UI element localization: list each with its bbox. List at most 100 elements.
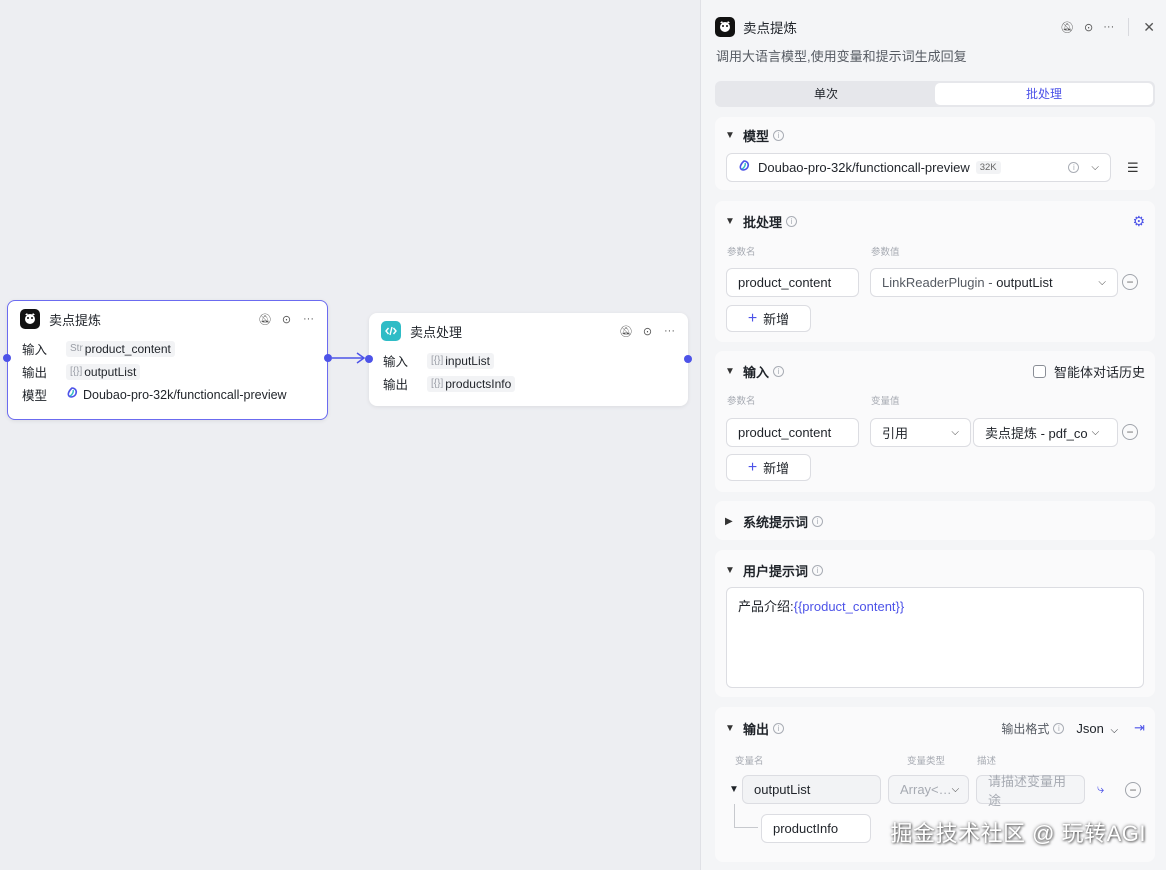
tree-connector xyxy=(734,804,758,828)
more-icon[interactable]: ··· xyxy=(1103,21,1114,33)
node2-input-port[interactable] xyxy=(365,355,373,363)
var-value-label: 变量值 xyxy=(871,396,900,407)
node1-input-port[interactable] xyxy=(3,354,11,362)
output-tag: [{}] productsInfo xyxy=(427,375,516,392)
section-title: 模型 xyxy=(743,128,770,144)
batch-param-name-input[interactable]: product_content xyxy=(726,268,859,297)
param-name-label: 参数名 xyxy=(727,396,756,407)
close-icon[interactable]: ✕ xyxy=(1143,19,1155,36)
bell-off-icon[interactable]: 🔕︎ xyxy=(1060,21,1074,34)
info-icon[interactable]: i xyxy=(1053,722,1065,734)
model-value: Doubao-pro-32k/functioncall-preview xyxy=(83,387,287,402)
add-child-icon[interactable]: ⤷ xyxy=(1097,781,1104,797)
llm-node-icon xyxy=(715,17,735,37)
chevron-right-icon[interactable]: ▶ xyxy=(725,516,739,527)
format-value: Json xyxy=(1076,720,1104,736)
chevron-down-icon[interactable]: ▼ xyxy=(725,723,739,734)
model-value: Doubao-pro-32k/functioncall-preview xyxy=(758,160,970,175)
info-icon[interactable]: i xyxy=(773,722,785,734)
remove-icon[interactable]: − xyxy=(1122,424,1138,440)
chevron-down-icon: ⌵ xyxy=(951,427,959,438)
node-title: 卖点提炼 xyxy=(49,312,102,328)
chevron-down-icon[interactable]: ▼ xyxy=(725,216,739,227)
info-icon[interactable]: i xyxy=(773,129,785,141)
output-label: 输出 xyxy=(383,378,409,392)
array-type-icon: [{}] xyxy=(70,366,83,377)
var-name-label: 变量名 xyxy=(735,756,764,767)
node-selling-point-extract[interactable]: 卖点提炼 🔕︎ ⊙ ··· 输入 Str product_content 输出 [… xyxy=(7,300,328,420)
divider xyxy=(1128,18,1130,36)
add-label: 新增 xyxy=(763,312,790,327)
checkbox-box[interactable] xyxy=(1032,364,1046,378)
bell-off-icon[interactable]: 🔕︎ xyxy=(619,325,633,338)
panel-title[interactable]: 卖点提炼 xyxy=(743,17,1060,37)
batch-param-value-select[interactable]: LinkReaderPlugin - outputList ⌵ xyxy=(870,268,1118,297)
node-selling-point-process[interactable]: 卖点处理 🔕︎ ⊙ ··· 输入 [{}] inputList 输出 [{}] pr… xyxy=(369,313,688,406)
info-icon[interactable]: i xyxy=(1068,162,1080,173)
add-label: 新增 xyxy=(763,461,790,476)
ref-field: outputList xyxy=(996,275,1053,290)
system-prompt-section[interactable]: ▶ 系统提示词 i xyxy=(715,501,1155,540)
tab-batch[interactable]: 批处理 xyxy=(935,83,1153,105)
section-title: 用户提示词 xyxy=(743,563,809,579)
output-child-name-input[interactable]: productInfo xyxy=(761,814,871,843)
bell-off-icon[interactable]: 🔕︎ xyxy=(258,313,272,326)
panel-description[interactable]: 调用大语言模型,使用变量和提示词生成回复 xyxy=(716,46,967,65)
run-icon[interactable]: ⊙ xyxy=(280,313,293,326)
model-logo-icon xyxy=(738,160,750,175)
info-icon[interactable]: i xyxy=(812,564,824,576)
info-icon[interactable]: i xyxy=(773,365,785,377)
more-icon[interactable]: ··· xyxy=(302,313,315,325)
chat-history-checkbox[interactable]: 智能体对话历史 xyxy=(1032,362,1145,381)
run-icon[interactable]: ⊙ xyxy=(1084,21,1093,34)
batch-add-button[interactable]: + 新增 xyxy=(726,305,811,332)
connection-edge[interactable] xyxy=(330,350,370,366)
output-format-select[interactable]: Json ⌵ xyxy=(1076,721,1118,736)
output-import-icon[interactable]: ⇥ xyxy=(1134,720,1145,736)
caret-down-icon[interactable]: ▼ xyxy=(729,784,739,795)
info-icon[interactable]: i xyxy=(812,515,824,527)
prompt-variable: {{product_content}} xyxy=(793,599,905,614)
run-icon[interactable]: ⊙ xyxy=(641,325,654,338)
chevron-down-icon[interactable]: ▼ xyxy=(725,366,739,377)
output-label: 输出 xyxy=(22,366,48,380)
input-add-button[interactable]: + 新增 xyxy=(726,454,811,481)
node2-output-port[interactable] xyxy=(684,355,692,363)
var-type-value: Array<… xyxy=(900,782,952,797)
desc-label: 描述 xyxy=(977,756,997,767)
output-var-type-select[interactable]: Array<… ⌵ xyxy=(888,775,969,804)
code-node-icon xyxy=(381,321,401,341)
gear-icon[interactable]: ⚙ xyxy=(1132,213,1145,230)
ref-mode-select[interactable]: 引用 ⌵ xyxy=(870,418,971,447)
chevron-down-icon: ⌵ xyxy=(1110,724,1119,736)
plus-icon: + xyxy=(747,458,758,476)
settings-sliders-icon[interactable]: ☰ xyxy=(1127,160,1139,176)
ref-value-select[interactable]: 卖点提炼 - pdf_co ⌵ xyxy=(973,418,1118,447)
string-type-icon: Str xyxy=(70,343,83,354)
input-param-name-input[interactable]: product_content xyxy=(726,418,859,447)
section-title: 系统提示词 xyxy=(743,514,809,530)
user-prompt-editor[interactable]: 产品介绍:{{product_content}} xyxy=(726,587,1144,688)
context-badge: 32K xyxy=(975,161,1001,174)
workflow-canvas[interactable]: 卖点提炼 🔕︎ ⊙ ··· 输入 Str product_content 输出 [… xyxy=(0,0,700,870)
tab-single[interactable]: 单次 xyxy=(717,83,935,105)
array-type-icon: [{}] xyxy=(431,355,444,366)
ref-mode-value: 引用 xyxy=(882,426,909,441)
output-value: outputList xyxy=(84,364,137,379)
info-icon[interactable]: i xyxy=(786,215,798,227)
output-desc-input[interactable]: 请描述变量用途 xyxy=(976,774,1085,808)
chevron-down-icon[interactable]: ▼ xyxy=(725,565,739,576)
output-var-name-input[interactable]: outputList xyxy=(742,775,881,804)
input-value: product_content xyxy=(84,341,171,356)
remove-icon[interactable]: − xyxy=(1122,274,1138,290)
input-value: inputList xyxy=(445,353,490,368)
section-title: 输出 xyxy=(743,721,770,737)
more-icon[interactable]: ··· xyxy=(663,325,676,337)
remove-icon[interactable]: − xyxy=(1125,782,1141,798)
section-title: 批处理 xyxy=(743,214,783,230)
input-label: 输入 xyxy=(383,355,409,369)
chevron-down-icon[interactable]: ▼ xyxy=(725,130,739,141)
plus-icon: + xyxy=(747,309,758,327)
model-select[interactable]: Doubao-pro-32k/functioncall-preview 32K … xyxy=(726,153,1111,182)
chat-history-label: 智能体对话历史 xyxy=(1053,364,1145,380)
